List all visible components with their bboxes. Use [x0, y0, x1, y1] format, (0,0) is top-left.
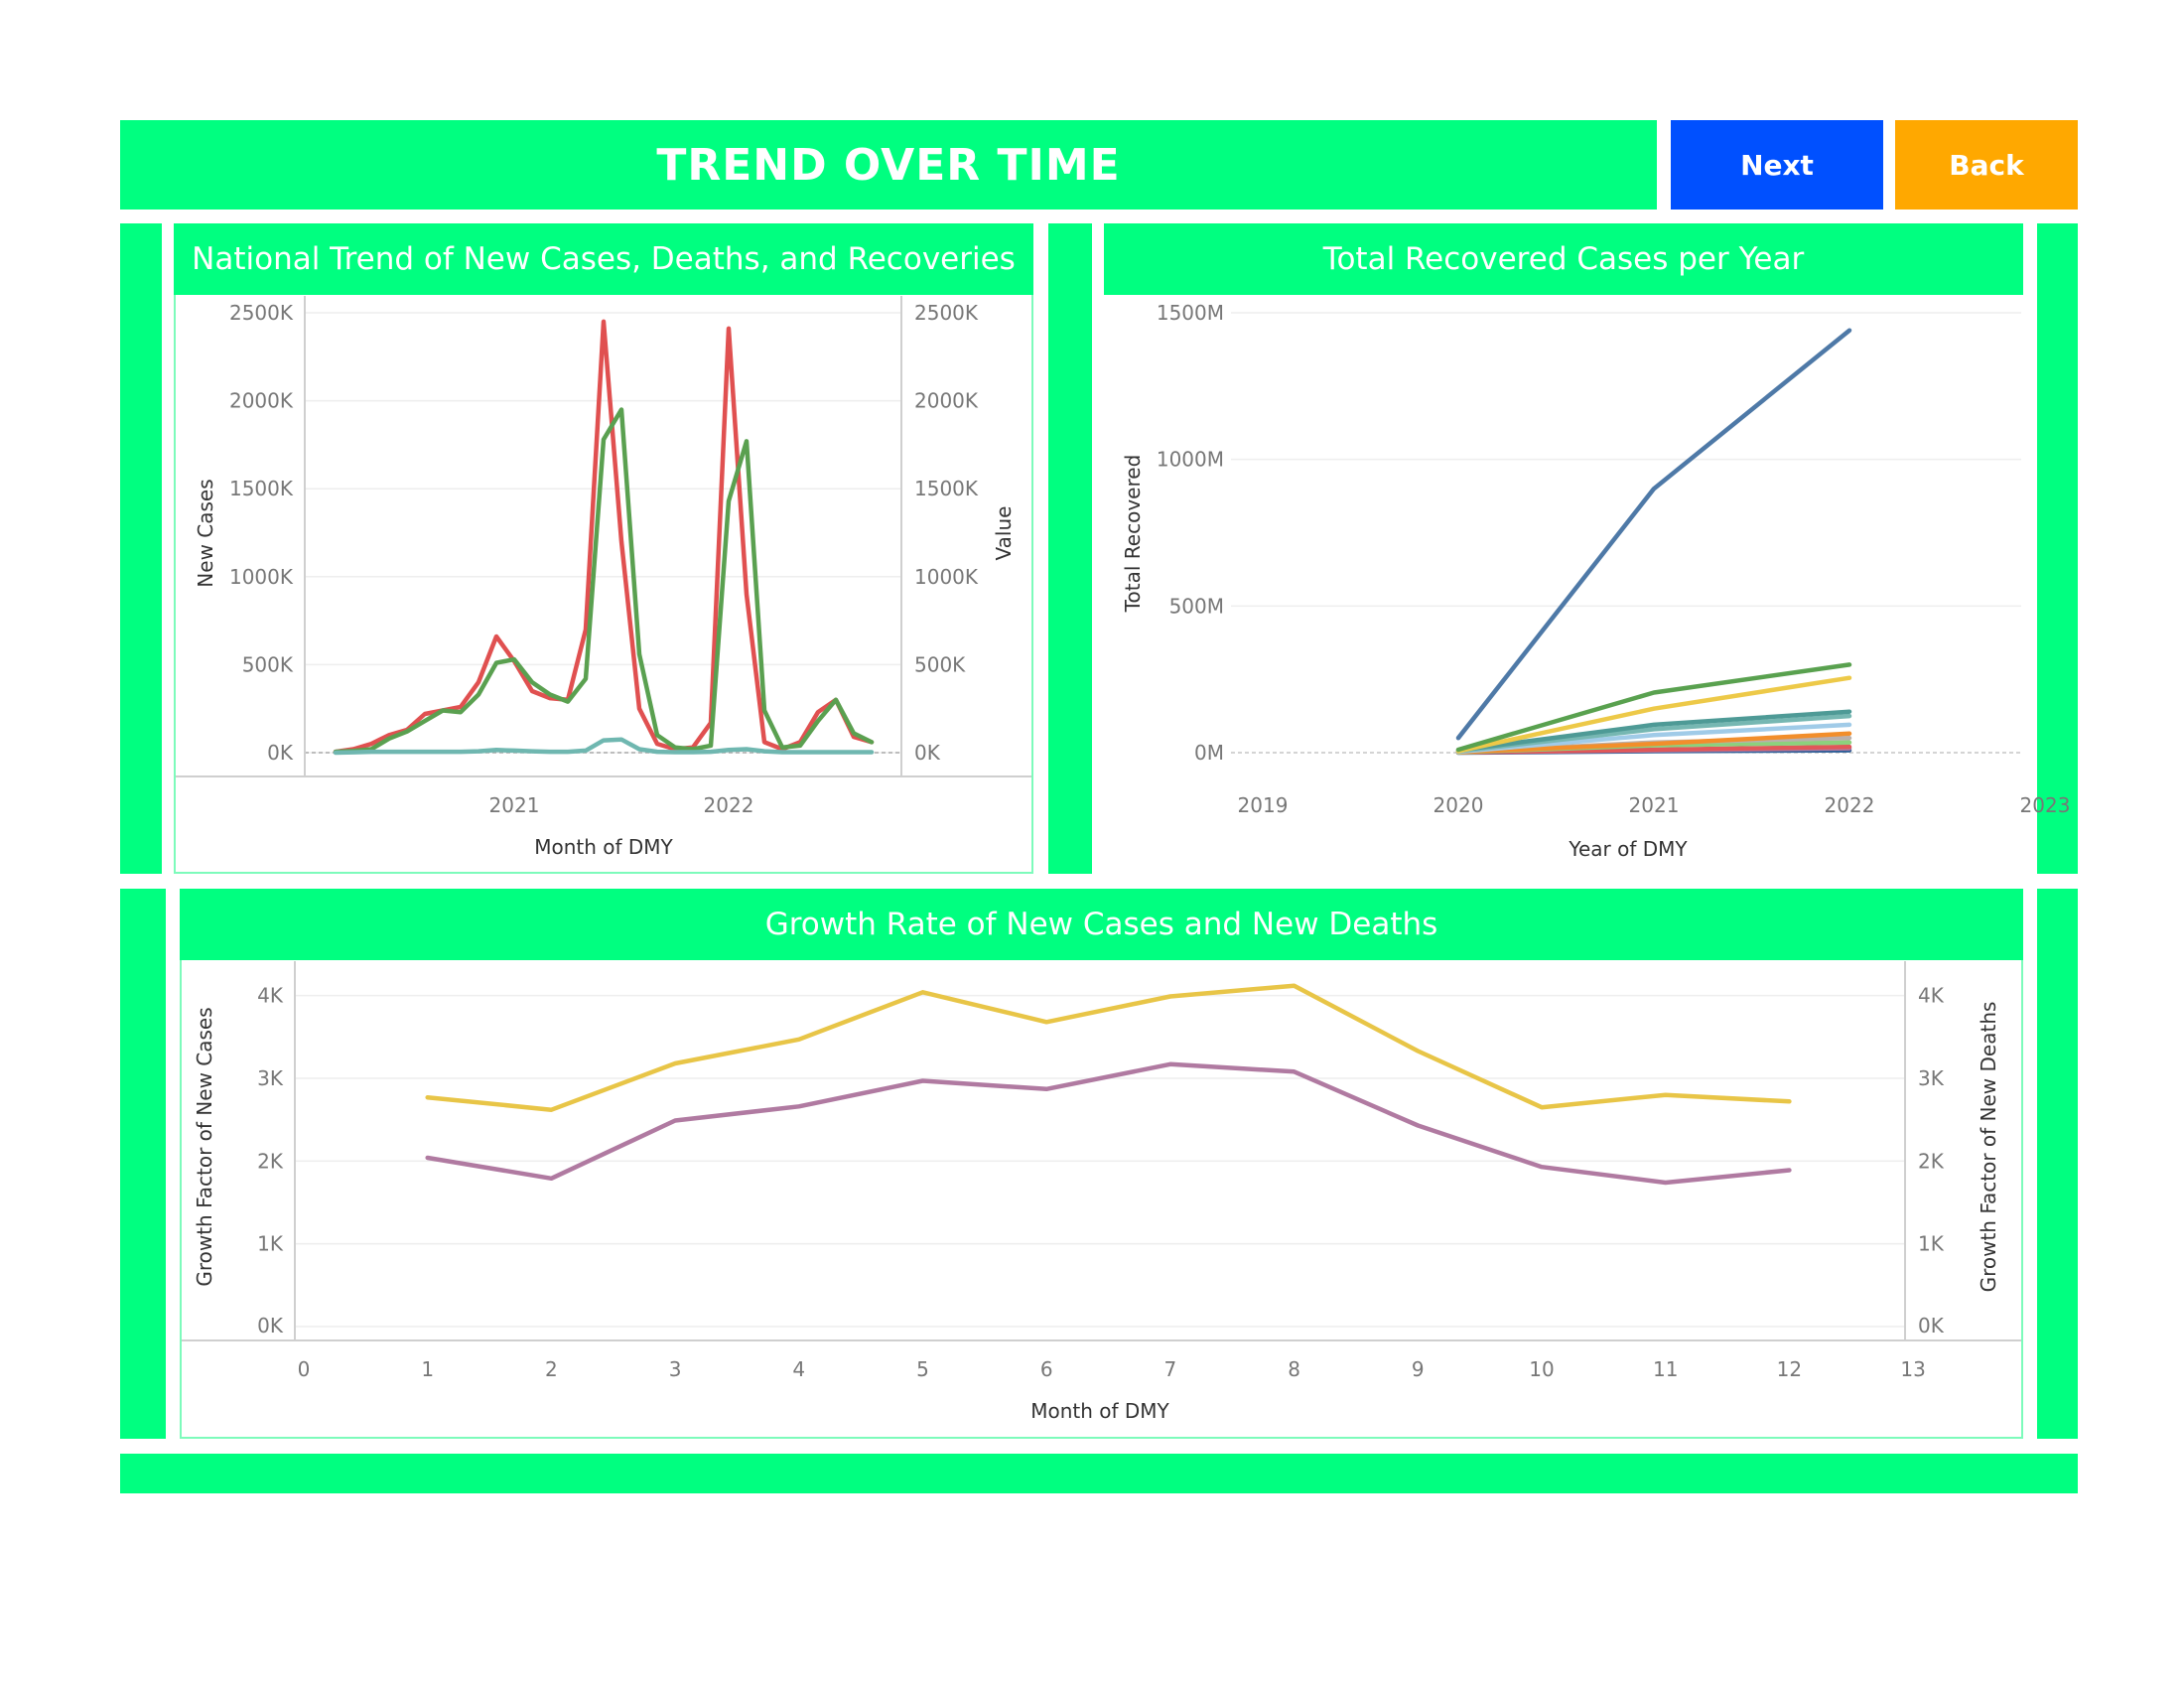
chart3-x-tick: 11: [1653, 1357, 1678, 1381]
chart3-y-tick-left: 1K: [257, 1232, 284, 1256]
chart3-x-axis-title: Month of DMY: [1030, 1399, 1169, 1423]
chart3-x-tick: 8: [1288, 1357, 1300, 1381]
chart3-y-axis-title-right: Growth Factor of New Deaths: [1977, 1002, 2000, 1293]
chart3-y-tick-left: 0K: [257, 1314, 284, 1337]
chart3-x-tick: 0: [298, 1357, 311, 1381]
chart3-svg: 0K 0K1K 1K2K 2K3K 3K4K 4K0 1 2 3 4 5 6 7 8 9 10 11 12 13Mo…: [182, 961, 2021, 1423]
chart3-series-0-line: [425, 983, 1792, 1112]
chart3-y-tick-left: 2K: [257, 1149, 284, 1173]
chart3-y-tick-left: 4K: [257, 984, 284, 1008]
chart3-y-axis-title: Growth Factor of New Cases: [193, 1007, 216, 1286]
chart3-x-tick: 3: [669, 1357, 682, 1381]
chart3-x-tick: 10: [1529, 1357, 1554, 1381]
chart3-y-tick-right: 2K: [1918, 1149, 1945, 1173]
chart3-x-tick: 1: [421, 1357, 434, 1381]
chart3-x-tick: 7: [1164, 1357, 1177, 1381]
chart3-x-tick: 12: [1777, 1357, 1802, 1381]
chart3-y-tick-right: 0K: [1918, 1314, 1945, 1337]
chart3-y-tick-right: 4K: [1918, 984, 1945, 1008]
chart3-y-tick-left: 3K: [257, 1066, 284, 1090]
chart3-x-tick: 13: [1900, 1357, 1925, 1381]
chart3-x-tick: 5: [916, 1357, 929, 1381]
chart3-x-tick: 4: [792, 1357, 805, 1381]
chart3-x-tick: 6: [1040, 1357, 1053, 1381]
chart3-y-tick-right: 1K: [1918, 1232, 1945, 1256]
chart3-y-tick-right: 3K: [1918, 1066, 1945, 1090]
chart3-x-tick: 9: [1412, 1357, 1425, 1381]
chart3-x-tick: 2: [545, 1357, 558, 1381]
